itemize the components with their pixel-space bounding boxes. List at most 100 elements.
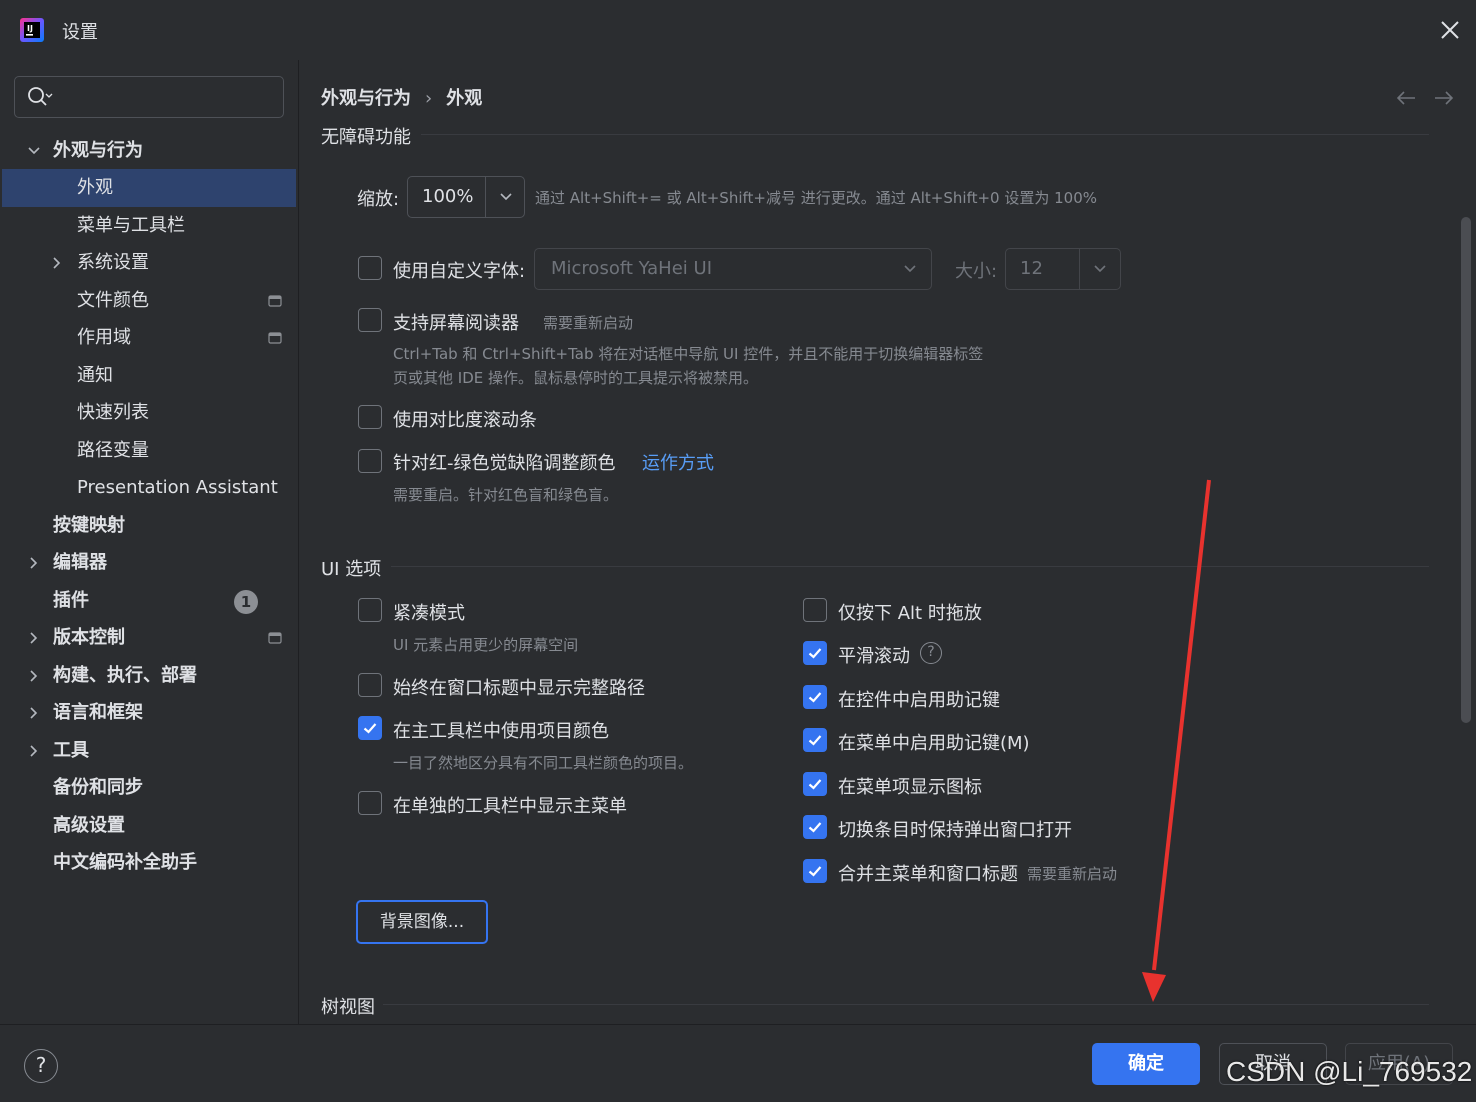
title-bar: IJ 设置 <box>0 0 1476 60</box>
sidebar-item-label: 路径变量 <box>77 440 149 461</box>
breadcrumb-separator: › <box>425 88 433 109</box>
close-icon[interactable] <box>1436 16 1464 44</box>
sidebar-item-scopes[interactable]: 作用域 <box>2 319 296 357</box>
full-path-checkbox[interactable] <box>358 673 382 697</box>
settings-sidebar: 外观与行为 外观 菜单与工具栏 系统设置 文件颜色 作用域 通知 快速列表 路径… <box>0 60 298 1024</box>
help-button[interactable]: ? <box>24 1049 58 1083</box>
screen-reader-description-line-2: 页或其他 IDE 操作。鼠标悬停时的工具提示将被禁用。 <box>393 369 758 387</box>
screen-reader-description-line-1: Ctrl+Tab 和 Ctrl+Shift+Tab 将在对话框中导航 UI 控件… <box>393 345 984 363</box>
ok-button[interactable]: 确定 <box>1092 1043 1200 1085</box>
full-path-label: 始终在窗口标题中显示完整路径 <box>393 678 645 699</box>
search-icon <box>28 87 53 106</box>
section-ui-options-title: UI 选项 <box>321 559 382 580</box>
compact-mode-label: 紧凑模式 <box>393 603 465 624</box>
sidebar-item-label: 通知 <box>77 365 113 386</box>
chevron-down-icon <box>1094 265 1106 273</box>
keep-popup-open-checkbox[interactable] <box>803 815 827 839</box>
background-image-button[interactable]: 背景图像... <box>356 900 488 944</box>
smooth-scrolling-checkbox[interactable] <box>803 641 827 665</box>
mnemonics-menu-checkbox[interactable] <box>803 728 827 752</box>
section-accessibility-title: 无障碍功能 <box>321 127 411 148</box>
chevron-right-icon <box>30 557 38 569</box>
sidebar-item-label: 作用域 <box>77 327 131 348</box>
sidebar-item-notifications[interactable]: 通知 <box>2 357 296 395</box>
plugin-update-badge: 1 <box>234 590 258 614</box>
contrast-scrollbars-checkbox[interactable] <box>358 405 382 429</box>
section-tree-view-title: 树视图 <box>321 997 375 1018</box>
project-color-checkbox[interactable] <box>358 716 382 740</box>
chevron-right-icon <box>30 632 38 644</box>
chevron-right-icon <box>30 670 38 682</box>
custom-font-checkbox[interactable] <box>358 256 382 280</box>
sidebar-item-tools[interactable]: 工具 <box>2 732 296 770</box>
font-size-value: 12 <box>1020 258 1043 279</box>
sidebar-item-appearance[interactable]: 外观 <box>2 169 296 207</box>
alt-drag-checkbox[interactable] <box>803 598 827 622</box>
forward-arrow-icon[interactable] <box>1433 88 1455 108</box>
breadcrumb-current: 外观 <box>446 88 483 109</box>
chevron-down-icon <box>904 265 916 273</box>
chevron-right-icon <box>30 745 38 757</box>
search-input[interactable] <box>14 76 284 118</box>
menu-icons-checkbox[interactable] <box>803 772 827 796</box>
alt-drag-label: 仅按下 Alt 时拖放 <box>838 603 982 624</box>
sidebar-item-quick-lists[interactable]: 快速列表 <box>2 394 296 432</box>
app-logo-icon: IJ <box>20 18 44 42</box>
sidebar-item-label: 语言和框架 <box>53 702 143 723</box>
mnemonics-controls-label: 在控件中启用助记键 <box>838 690 1000 711</box>
compact-mode-checkbox[interactable] <box>358 598 382 622</box>
zoom-label: 缩放: <box>357 189 400 210</box>
screen-reader-restart-hint: 需要重新启动 <box>543 314 634 332</box>
sidebar-item-appearance-behavior[interactable]: 外观与行为 <box>2 132 296 170</box>
project-level-icon <box>268 632 282 644</box>
project-level-icon <box>268 295 282 307</box>
separate-main-menu-label: 在单独的工具栏中显示主菜单 <box>393 796 627 817</box>
font-family-combo[interactable]: Microsoft YaHei UI <box>534 248 932 290</box>
mnemonics-controls-checkbox[interactable] <box>803 685 827 709</box>
font-size-combo[interactable]: 12 <box>1005 248 1121 290</box>
sidebar-item-chinese-encoding-assistant[interactable]: 中文编码补全助手 <box>2 844 296 882</box>
sidebar-item-advanced-settings[interactable]: 高级设置 <box>2 807 296 845</box>
sidebar-item-build-execution-deployment[interactable]: 构建、执行、部署 <box>2 657 296 695</box>
content-scrollbar[interactable] <box>1461 217 1471 723</box>
checkmark-icon <box>808 735 822 746</box>
smooth-scrolling-label: 平滑滚动 <box>838 646 910 667</box>
sidebar-item-menus-toolbars[interactable]: 菜单与工具栏 <box>2 207 296 245</box>
merge-menu-title-checkbox[interactable] <box>803 859 827 883</box>
separate-main-menu-checkbox[interactable] <box>358 791 382 815</box>
checkmark-icon <box>808 648 822 659</box>
color-blindness-label: 针对红-绿色觉缺陷调整颜色 <box>393 453 616 474</box>
contrast-scrollbars-label: 使用对比度滚动条 <box>393 410 537 431</box>
checkmark-icon <box>808 779 822 790</box>
sidebar-item-backup-sync[interactable]: 备份和同步 <box>2 769 296 807</box>
screen-reader-checkbox[interactable] <box>358 308 382 332</box>
project-level-icon <box>268 332 282 344</box>
sidebar-item-label: 构建、执行、部署 <box>53 665 197 686</box>
section-divider <box>391 566 1429 567</box>
checkmark-icon <box>363 723 377 734</box>
sidebar-item-label: 文件颜色 <box>77 290 149 311</box>
sidebar-item-path-variables[interactable]: 路径变量 <box>2 432 296 470</box>
sidebar-item-plugins[interactable]: 插件 1 <box>2 582 296 620</box>
sidebar-item-file-colors[interactable]: 文件颜色 <box>2 282 296 320</box>
sidebar-item-label: 菜单与工具栏 <box>77 215 185 236</box>
chevron-down-icon <box>28 147 40 155</box>
sidebar-item-editor[interactable]: 编辑器 <box>2 544 296 582</box>
how-it-works-link[interactable]: 运作方式 <box>642 449 714 475</box>
zoom-combo[interactable]: 100% <box>407 176 525 218</box>
help-question-icon[interactable]: ? <box>920 642 942 664</box>
sidebar-item-version-control[interactable]: 版本控制 <box>2 619 296 657</box>
sidebar-item-label: Presentation Assistant <box>77 477 278 498</box>
sidebar-item-label: 外观 <box>77 177 113 198</box>
keep-popup-open-label: 切换条目时保持弹出窗口打开 <box>838 820 1072 841</box>
section-divider <box>383 1004 1429 1005</box>
sidebar-item-keymap[interactable]: 按键映射 <box>2 507 296 545</box>
sidebar-item-system-settings[interactable]: 系统设置 <box>2 244 296 282</box>
sidebar-item-languages-frameworks[interactable]: 语言和框架 <box>2 694 296 732</box>
combo-separator <box>1079 249 1080 289</box>
color-blindness-checkbox[interactable] <box>358 449 382 473</box>
breadcrumb-parent[interactable]: 外观与行为 <box>321 84 411 110</box>
back-arrow-icon[interactable] <box>1395 88 1417 108</box>
sidebar-item-presentation-assistant[interactable]: Presentation Assistant <box>2 469 296 507</box>
sidebar-item-label: 工具 <box>53 740 89 761</box>
